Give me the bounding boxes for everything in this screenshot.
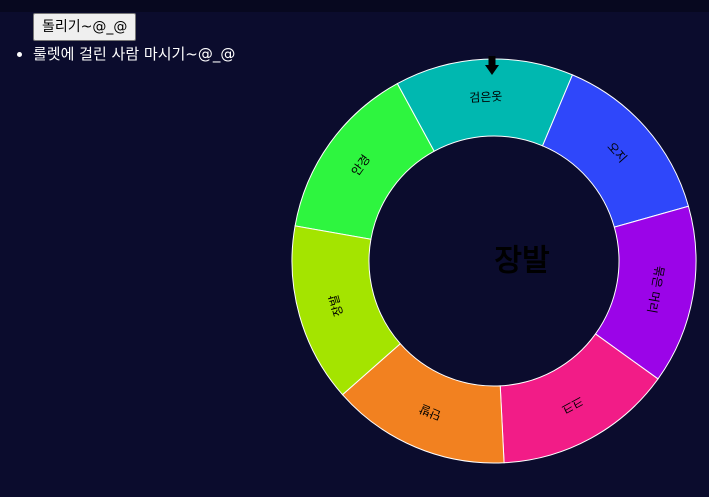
result-label: 장발 [494, 244, 550, 279]
rule-list: 룰렛에 걸린 사람 마시기~@_@ [0, 43, 235, 65]
spin-button[interactable]: 돌리기~@_@ [33, 13, 137, 41]
top-bar [0, 0, 709, 12]
roulette-wheel[interactable]: 안경 검은옷 오지 묶은 머리 크크 단발 장발 장발 [289, 56, 699, 466]
roulette-svg: 안경검은옷오지묶은 머리크크단발장발 장발 [291, 56, 697, 464]
rule-item: 룰렛에 걸린 사람 마시기~@_@ [33, 43, 235, 65]
wheel-segment-label: 검은옷 [469, 89, 503, 105]
